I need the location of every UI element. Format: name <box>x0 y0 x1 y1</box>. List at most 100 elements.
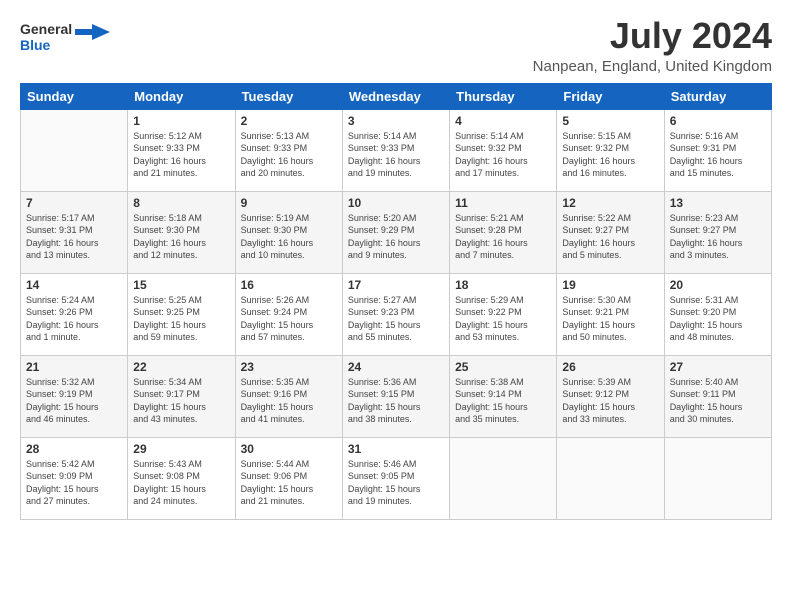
calendar-cell: 21 Sunrise: 5:32 AM Sunset: 9:19 PM Dayli… <box>21 355 128 437</box>
calendar-cell <box>450 437 557 519</box>
day-number: 10 <box>348 196 444 210</box>
day-info: Sunrise: 5:15 AM Sunset: 9:32 PM Dayligh… <box>562 130 658 180</box>
day-info: Sunrise: 5:13 AM Sunset: 9:33 PM Dayligh… <box>241 130 337 180</box>
day-number: 26 <box>562 360 658 374</box>
calendar-cell: 7 Sunrise: 5:17 AM Sunset: 9:31 PM Daylig… <box>21 191 128 273</box>
header-saturday: Saturday <box>664 83 771 109</box>
calendar-cell: 16 Sunrise: 5:26 AM Sunset: 9:24 PM Dayli… <box>235 273 342 355</box>
calendar-cell: 15 Sunrise: 5:25 AM Sunset: 9:25 PM Dayli… <box>128 273 235 355</box>
day-number: 20 <box>670 278 766 292</box>
calendar-cell: 19 Sunrise: 5:30 AM Sunset: 9:21 PM Dayli… <box>557 273 664 355</box>
day-info: Sunrise: 5:42 AM Sunset: 9:09 PM Dayligh… <box>26 458 122 508</box>
day-number: 31 <box>348 442 444 456</box>
day-info: Sunrise: 5:22 AM Sunset: 9:27 PM Dayligh… <box>562 212 658 262</box>
calendar-cell: 6Sunrise: 5:16 AM Sunset: 9:31 PM Daylig… <box>664 109 771 191</box>
day-info: Sunrise: 5:29 AM Sunset: 9:22 PM Dayligh… <box>455 294 551 344</box>
day-info: Sunrise: 5:17 AM Sunset: 9:31 PM Dayligh… <box>26 212 122 262</box>
calendar-cell: 3 Sunrise: 5:14 AM Sunset: 9:33 PM Daylig… <box>342 109 449 191</box>
calendar-cell: 8 Sunrise: 5:18 AM Sunset: 9:30 PM Daylig… <box>128 191 235 273</box>
day-info: Sunrise: 5:21 AM Sunset: 9:28 PM Dayligh… <box>455 212 551 262</box>
logo: General Blue <box>20 16 110 56</box>
calendar-cell: 17 Sunrise: 5:27 AM Sunset: 9:23 PM Dayli… <box>342 273 449 355</box>
day-number: 5 <box>562 114 658 128</box>
calendar-week-4: 28Sunrise: 5:42 AM Sunset: 9:09 PM Dayli… <box>21 437 772 519</box>
day-info: Sunrise: 5:19 AM Sunset: 9:30 PM Dayligh… <box>241 212 337 262</box>
day-number: 17 <box>348 278 444 292</box>
day-info: Sunrise: 5:14 AM Sunset: 9:33 PM Dayligh… <box>348 130 444 180</box>
calendar-cell: 31 Sunrise: 5:46 AM Sunset: 9:05 PM Dayli… <box>342 437 449 519</box>
calendar-cell: 11Sunrise: 5:21 AM Sunset: 9:28 PM Dayli… <box>450 191 557 273</box>
day-number: 14 <box>26 278 122 292</box>
day-number: 29 <box>133 442 229 456</box>
calendar-cell: 14Sunrise: 5:24 AM Sunset: 9:26 PM Dayli… <box>21 273 128 355</box>
day-number: 22 <box>133 360 229 374</box>
header-monday: Monday <box>128 83 235 109</box>
day-number: 3 <box>348 114 444 128</box>
day-number: 21 <box>26 360 122 374</box>
day-number: 13 <box>670 196 766 210</box>
day-number: 27 <box>670 360 766 374</box>
header-tuesday: Tuesday <box>235 83 342 109</box>
calendar-cell: 28Sunrise: 5:42 AM Sunset: 9:09 PM Dayli… <box>21 437 128 519</box>
header-sunday: Sunday <box>21 83 128 109</box>
calendar-cell: 20 Sunrise: 5:31 AM Sunset: 9:20 PM Dayli… <box>664 273 771 355</box>
day-info: Sunrise: 5:26 AM Sunset: 9:24 PM Dayligh… <box>241 294 337 344</box>
calendar-cell: 26 Sunrise: 5:39 AM Sunset: 9:12 PM Dayli… <box>557 355 664 437</box>
day-number: 15 <box>133 278 229 292</box>
main-title: July 2024 <box>533 16 772 56</box>
day-number: 1 <box>133 114 229 128</box>
calendar-cell: 29 Sunrise: 5:43 AM Sunset: 9:08 PM Dayli… <box>128 437 235 519</box>
day-info: Sunrise: 5:46 AM Sunset: 9:05 PM Dayligh… <box>348 458 444 508</box>
day-number: 12 <box>562 196 658 210</box>
calendar-cell: 10Sunrise: 5:20 AM Sunset: 9:29 PM Dayli… <box>342 191 449 273</box>
day-number: 2 <box>241 114 337 128</box>
day-number: 30 <box>241 442 337 456</box>
svg-text:General: General <box>20 21 72 37</box>
day-info: Sunrise: 5:34 AM Sunset: 9:17 PM Dayligh… <box>133 376 229 426</box>
calendar-cell: 12 Sunrise: 5:22 AM Sunset: 9:27 PM Dayli… <box>557 191 664 273</box>
calendar-cell: 2 Sunrise: 5:13 AM Sunset: 9:33 PM Daylig… <box>235 109 342 191</box>
day-info: Sunrise: 5:38 AM Sunset: 9:14 PM Dayligh… <box>455 376 551 426</box>
calendar-cell: 5 Sunrise: 5:15 AM Sunset: 9:32 PM Daylig… <box>557 109 664 191</box>
calendar-week-0: 1 Sunrise: 5:12 AM Sunset: 9:33 PM Daylig… <box>21 109 772 191</box>
calendar-cell: 22 Sunrise: 5:34 AM Sunset: 9:17 PM Dayli… <box>128 355 235 437</box>
calendar-cell: 24 Sunrise: 5:36 AM Sunset: 9:15 PM Dayli… <box>342 355 449 437</box>
calendar-cell <box>557 437 664 519</box>
day-number: 25 <box>455 360 551 374</box>
day-number: 7 <box>26 196 122 210</box>
day-info: Sunrise: 5:12 AM Sunset: 9:33 PM Dayligh… <box>133 130 229 180</box>
day-info: Sunrise: 5:25 AM Sunset: 9:25 PM Dayligh… <box>133 294 229 344</box>
day-number: 23 <box>241 360 337 374</box>
day-info: Sunrise: 5:16 AM Sunset: 9:31 PM Dayligh… <box>670 130 766 180</box>
day-info: Sunrise: 5:14 AM Sunset: 9:32 PM Dayligh… <box>455 130 551 180</box>
calendar-cell: 23Sunrise: 5:35 AM Sunset: 9:16 PM Dayli… <box>235 355 342 437</box>
day-number: 9 <box>241 196 337 210</box>
day-info: Sunrise: 5:36 AM Sunset: 9:15 PM Dayligh… <box>348 376 444 426</box>
day-info: Sunrise: 5:18 AM Sunset: 9:30 PM Dayligh… <box>133 212 229 262</box>
day-info: Sunrise: 5:39 AM Sunset: 9:12 PM Dayligh… <box>562 376 658 426</box>
header-wednesday: Wednesday <box>342 83 449 109</box>
day-info: Sunrise: 5:44 AM Sunset: 9:06 PM Dayligh… <box>241 458 337 508</box>
day-info: Sunrise: 5:40 AM Sunset: 9:11 PM Dayligh… <box>670 376 766 426</box>
day-number: 18 <box>455 278 551 292</box>
day-info: Sunrise: 5:30 AM Sunset: 9:21 PM Dayligh… <box>562 294 658 344</box>
day-info: Sunrise: 5:31 AM Sunset: 9:20 PM Dayligh… <box>670 294 766 344</box>
calendar-cell: 18 Sunrise: 5:29 AM Sunset: 9:22 PM Dayli… <box>450 273 557 355</box>
day-info: Sunrise: 5:43 AM Sunset: 9:08 PM Dayligh… <box>133 458 229 508</box>
calendar-cell: 25 Sunrise: 5:38 AM Sunset: 9:14 PM Dayli… <box>450 355 557 437</box>
subtitle: Nanpean, England, United Kingdom <box>533 58 772 75</box>
calendar-week-1: 7 Sunrise: 5:17 AM Sunset: 9:31 PM Daylig… <box>21 191 772 273</box>
calendar-week-2: 14Sunrise: 5:24 AM Sunset: 9:26 PM Dayli… <box>21 273 772 355</box>
weekday-header-row: Sunday Monday Tuesday Wednesday Thursday… <box>21 83 772 109</box>
day-info: Sunrise: 5:32 AM Sunset: 9:19 PM Dayligh… <box>26 376 122 426</box>
day-info: Sunrise: 5:27 AM Sunset: 9:23 PM Dayligh… <box>348 294 444 344</box>
calendar-table: Sunday Monday Tuesday Wednesday Thursday… <box>20 83 772 520</box>
day-number: 4 <box>455 114 551 128</box>
header-thursday: Thursday <box>450 83 557 109</box>
day-number: 16 <box>241 278 337 292</box>
day-number: 19 <box>562 278 658 292</box>
day-number: 24 <box>348 360 444 374</box>
day-number: 8 <box>133 196 229 210</box>
calendar-cell: 27 Sunrise: 5:40 AM Sunset: 9:11 PM Dayli… <box>664 355 771 437</box>
header: General Blue July 2024 Nanpean, England,… <box>20 16 772 75</box>
